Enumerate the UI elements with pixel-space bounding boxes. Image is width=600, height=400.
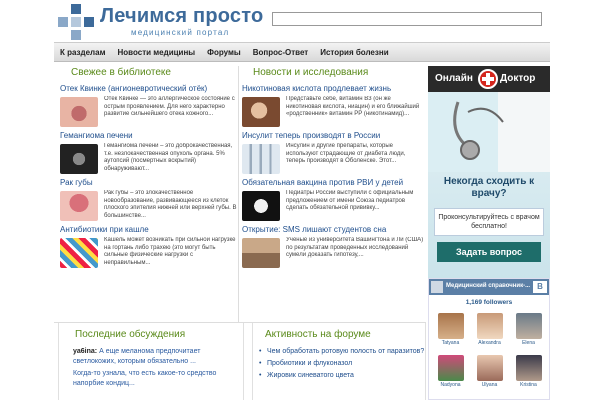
doctor-banner-online: Онлайн (435, 73, 473, 84)
article-excerpt: Гемангиома печени – это доброкачественна… (104, 143, 233, 172)
article-title[interactable]: Обязательная вакцина против РВИ у детей (242, 178, 403, 187)
forum-topic-link[interactable]: Чем обработать ротовую полость от парази… (253, 345, 425, 357)
latest-discussions: Последние обсуждения ya6ina: А еще мелан… (58, 323, 244, 400)
doctor-banner-question: Некогда сходить к врачу? (443, 176, 535, 199)
vk-logo-icon[interactable]: В (533, 281, 547, 293)
main-nav: К разделам Новости медицины Форумы Вопро… (54, 42, 550, 62)
avatar (437, 313, 464, 339)
nav-case-history[interactable]: История болезни (314, 48, 394, 57)
nav-qa[interactable]: Вопрос-Ответ (247, 48, 315, 57)
article-thumbnail[interactable] (60, 191, 98, 221)
article-title[interactable]: Рак губы (60, 178, 93, 187)
news-column: Новости и исследования Никотиновая кисло… (240, 62, 426, 272)
article-excerpt: Рак губы – это злокачественное новообраз… (104, 190, 237, 219)
ask-question-button[interactable]: Задать вопрос (437, 242, 541, 262)
avatar (515, 355, 542, 381)
comment-text[interactable]: Когда-то узнала, что есть какое-то средс… (73, 370, 216, 387)
library-heading: Свежее в библиотеке (71, 67, 171, 78)
discussions-heading: Последние обсуждения (75, 329, 186, 340)
forum-topic-link[interactable]: Пробиотики и флуконазол (253, 357, 425, 369)
list-item: Антибиотики при кашле Кашель может возни… (58, 225, 242, 272)
comment-author[interactable]: ya6ina: (73, 348, 97, 355)
bottom-section: Последние обсуждения ya6ina: А еще мелан… (54, 322, 426, 400)
right-sidebar: Онлайн Доктор Некогда сходить к врачу? П… (428, 62, 550, 400)
doctor-banner-consult: Проконсультируйтесь с врачом бесплатно! (434, 208, 544, 236)
article-thumbnail[interactable] (242, 97, 280, 127)
article-thumbnail[interactable] (60, 144, 98, 174)
follower-name: Elena (522, 340, 535, 346)
discussion-item[interactable]: ya6ina: А еще меланома предпочитает свет… (59, 345, 243, 367)
follower-name: Nadyona (440, 382, 461, 388)
vk-group-title[interactable]: Медицинский справочник-... (446, 283, 530, 289)
follower-name: Alexandra (478, 340, 501, 346)
follower-name: Tatyana (441, 340, 460, 346)
doctor-banner-header: Онлайн Доктор (428, 66, 550, 92)
avatar (515, 313, 542, 339)
article-thumbnail[interactable] (242, 238, 280, 268)
list-item: Рак губы Рак губы – это злокачественное … (58, 178, 242, 225)
nav-forums[interactable]: Форумы (201, 48, 247, 57)
avatar (437, 355, 464, 381)
library-column: Свежее в библиотеке Отек Квинке (ангионе… (58, 62, 242, 272)
follower[interactable]: Elena (509, 313, 548, 355)
list-item: Инсулит теперь производят в России Инсул… (240, 131, 426, 178)
article-excerpt: Инсулин и другие препараты, которые испо… (286, 143, 406, 165)
article-thumbnail[interactable] (60, 97, 98, 127)
article-title[interactable]: Инсулит теперь производят в России (242, 131, 380, 140)
discussion-item[interactable]: Когда-то узнала, что есть какое-то средс… (59, 367, 243, 389)
column-divider (238, 66, 239, 322)
list-item: Гемангиома печени Гемангиома печени – эт… (58, 131, 242, 178)
nav-medical-news[interactable]: Новости медицины (112, 48, 202, 57)
forum-heading: Активность на форуме (265, 329, 371, 340)
article-excerpt: Ученые из университета Вашингтона и Ли (… (286, 237, 424, 259)
group-avatar[interactable] (431, 281, 443, 293)
article-title[interactable]: Никотиновая кислота продлевает жизнь (242, 84, 391, 93)
article-title[interactable]: Гемангиома печени (60, 131, 133, 140)
follower[interactable]: Kristina (509, 355, 548, 397)
news-heading: Новости и исследования (253, 67, 369, 78)
follower-name: Ulyana (481, 382, 498, 388)
site-title[interactable]: Лечимся просто (100, 5, 263, 28)
medical-cross-icon (478, 69, 498, 89)
list-item: Обязательная вакцина против РВИ у детей … (240, 178, 426, 225)
avatar (476, 355, 503, 381)
followers-grid: Tatyana Alexandra Elena Nadyona Ulyana K… (431, 313, 549, 397)
followers-count: 1,169 followers (465, 299, 513, 306)
avatar (476, 313, 503, 339)
article-title[interactable]: Открытие: SMS лишают студентов сна (242, 225, 386, 234)
vk-widget-header: Медицинский справочник-... В (429, 279, 549, 295)
article-thumbnail[interactable] (242, 144, 280, 174)
doctor-stethoscope-image (428, 92, 550, 172)
article-excerpt: Представьте себе, витамин В3 (он же нико… (286, 96, 420, 118)
article-thumbnail[interactable] (60, 238, 98, 268)
list-item: Отек Квинке (ангионевротический отёк) От… (58, 84, 242, 131)
follower[interactable]: Tatyana (431, 313, 470, 355)
site-header: Лечимся просто медицинский портал (0, 0, 600, 42)
article-excerpt: Отек Квинке — это аллергическое состояни… (104, 96, 235, 118)
vk-widget: Медицинский справочник-... В 1,169 follo… (428, 278, 550, 400)
follower-name: Kristina (520, 382, 537, 388)
list-item: Никотиновая кислота продлевает жизнь Пре… (240, 84, 426, 131)
follower[interactable]: Ulyana (470, 355, 509, 397)
search-input[interactable] (272, 12, 542, 26)
doctor-banner-doctor: Доктор (500, 73, 536, 84)
forum-activity: Активность на форуме Чем обработать рото… (252, 323, 426, 400)
follower[interactable]: Alexandra (470, 313, 509, 355)
follower[interactable]: Nadyona (431, 355, 470, 397)
forum-topic-link[interactable]: Жировик синеватого цвета (253, 369, 425, 381)
article-title[interactable]: Антибиотики при кашле (60, 225, 149, 234)
article-excerpt: Кашель может возникать при сильной нагру… (104, 237, 236, 266)
article-thumbnail[interactable] (242, 191, 280, 221)
article-title[interactable]: Отек Квинке (ангионевротический отёк) (60, 84, 207, 93)
logo-cross-icon[interactable] (58, 4, 94, 40)
nav-sections[interactable]: К разделам (54, 48, 112, 57)
site-subtitle: медицинский портал (131, 28, 230, 37)
online-doctor-banner[interactable]: Онлайн Доктор Некогда сходить к врачу? П… (428, 66, 550, 288)
article-excerpt: Педиатры России выступили с официальным … (286, 190, 414, 212)
list-item: Открытие: SMS лишают студентов сна Учены… (240, 225, 426, 272)
